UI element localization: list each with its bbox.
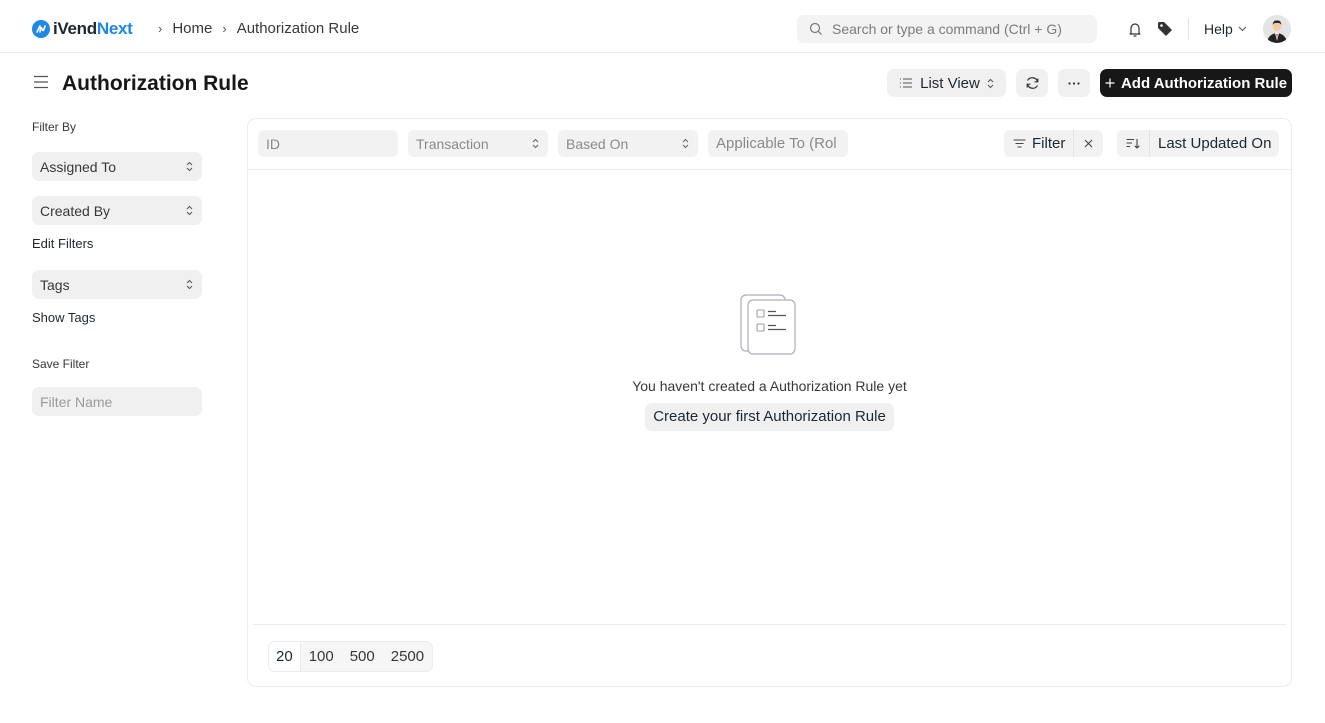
based-on-label: Based On: [566, 135, 629, 152]
created-by-label: Created By: [40, 202, 111, 219]
breadcrumb-home[interactable]: Home: [172, 20, 212, 37]
created-by-select[interactable]: Created By: [32, 196, 202, 225]
logo-icon: [32, 20, 50, 38]
help-dropdown[interactable]: Help: [1204, 21, 1247, 37]
id-placeholder: ID: [266, 135, 280, 152]
empty-list-icon: [739, 294, 796, 355]
chevron-right-icon: ›: [222, 21, 227, 36]
select-arrows-icon: [186, 279, 193, 290]
tag-icon: [1158, 22, 1172, 36]
select-arrows-icon: [682, 138, 689, 149]
assigned-to-select[interactable]: Assigned To: [32, 152, 202, 181]
sort-label: Last Updated On: [1158, 135, 1272, 152]
select-arrows-icon: [186, 161, 193, 172]
view-label: List View: [920, 74, 980, 92]
list-panel: ID Transaction Based On Applicable To (R…: [247, 118, 1292, 687]
transaction-filter-select[interactable]: Transaction: [408, 130, 548, 157]
clear-filters-button[interactable]: [1073, 130, 1103, 157]
sort-order-button[interactable]: [1117, 130, 1149, 157]
filter-label: Filter: [1032, 135, 1066, 152]
based-on-filter-select[interactable]: Based On: [558, 130, 698, 157]
user-avatar-icon: [1263, 15, 1291, 43]
search-icon: [809, 22, 822, 35]
notifications-button[interactable]: [1126, 20, 1144, 38]
edit-filters-link[interactable]: Edit Filters: [32, 236, 202, 251]
filter-icon: [1013, 139, 1026, 148]
assigned-to-label: Assigned To: [40, 158, 117, 175]
more-options-button[interactable]: [1058, 69, 1090, 97]
help-label: Help: [1204, 21, 1233, 37]
divider: [1188, 18, 1189, 40]
filter-bar: ID Transaction Based On Applicable To (R…: [248, 119, 1291, 170]
breadcrumb: › Home › Authorization Rule: [148, 20, 359, 37]
applicable-to-placeholder: Applicable To (Rol: [716, 135, 837, 152]
page-length-selector: 20 100 500 2500: [268, 641, 434, 672]
filter-button[interactable]: Filter: [1004, 130, 1073, 157]
more-horizontal-icon: [1068, 81, 1080, 85]
select-arrows-icon: [186, 205, 193, 216]
page-size-2500[interactable]: 2500: [383, 642, 432, 671]
save-filter-label: Save Filter: [32, 357, 90, 371]
select-arrows-icon: [532, 138, 539, 149]
sidebar-toggle[interactable]: [33, 75, 49, 94]
filter-name-input[interactable]: Filter Name: [32, 387, 202, 416]
filter-name-placeholder: Filter Name: [40, 393, 113, 410]
show-tags-link[interactable]: Show Tags: [32, 310, 202, 325]
id-filter-input[interactable]: ID: [258, 130, 398, 157]
page-header: Authorization Rule List View Add Authori…: [0, 53, 1325, 113]
transaction-label: Transaction: [416, 135, 489, 152]
select-arrows-icon: [987, 78, 994, 88]
search-placeholder: Search or type a command (Ctrl + G): [832, 21, 1062, 37]
page-size-500[interactable]: 500: [342, 642, 383, 671]
app-name: iVendNext: [53, 19, 133, 38]
close-icon: [1084, 139, 1093, 148]
navbar: iVendNext › Home › Authorization Rule Se…: [0, 0, 1325, 53]
search-bar[interactable]: Search or type a command (Ctrl + G): [797, 15, 1097, 43]
avatar[interactable]: [1263, 15, 1291, 43]
add-authorization-rule-button[interactable]: Add Authorization Rule: [1100, 69, 1292, 97]
applicable-to-filter-input[interactable]: Applicable To (Rol: [708, 130, 848, 157]
page-size-100[interactable]: 100: [301, 642, 342, 671]
add-button-label: Add Authorization Rule: [1120, 74, 1288, 92]
bell-icon: [1129, 22, 1141, 37]
create-first-button[interactable]: Create your first Authorization Rule: [645, 403, 894, 431]
chevron-down-icon: [1238, 26, 1247, 32]
refresh-button[interactable]: [1016, 69, 1048, 97]
empty-state: You haven't created a Authorization Rule…: [248, 294, 1291, 431]
chevron-right-icon: ›: [158, 21, 163, 36]
page-title: Authorization Rule: [62, 72, 249, 95]
tags-button[interactable]: [1156, 20, 1174, 38]
breadcrumb-current[interactable]: Authorization Rule: [237, 20, 360, 37]
plus-icon: [1105, 78, 1115, 88]
list-view-dropdown[interactable]: List View: [887, 69, 1006, 97]
refresh-icon: [1026, 77, 1038, 89]
empty-state-message: You haven't created a Authorization Rule…: [632, 378, 907, 394]
list-icon: [900, 78, 913, 88]
page-size-20[interactable]: 20: [269, 642, 301, 671]
sort-field-button[interactable]: Last Updated On: [1149, 130, 1279, 157]
app-logo[interactable]: iVendNext: [32, 19, 133, 39]
sort-descending-icon: [1126, 138, 1140, 149]
tags-label: Tags: [40, 276, 70, 293]
filter-by-label: Filter By: [32, 120, 77, 134]
sort-button-group: Last Updated On: [1117, 130, 1280, 157]
filter-button-group: Filter: [1004, 130, 1104, 157]
menu-icon: [34, 75, 48, 89]
sidebar: Filter By Assigned To Created By Edit Fi…: [32, 118, 202, 416]
tags-select[interactable]: Tags: [32, 270, 202, 299]
footer-divider: [253, 624, 1286, 625]
